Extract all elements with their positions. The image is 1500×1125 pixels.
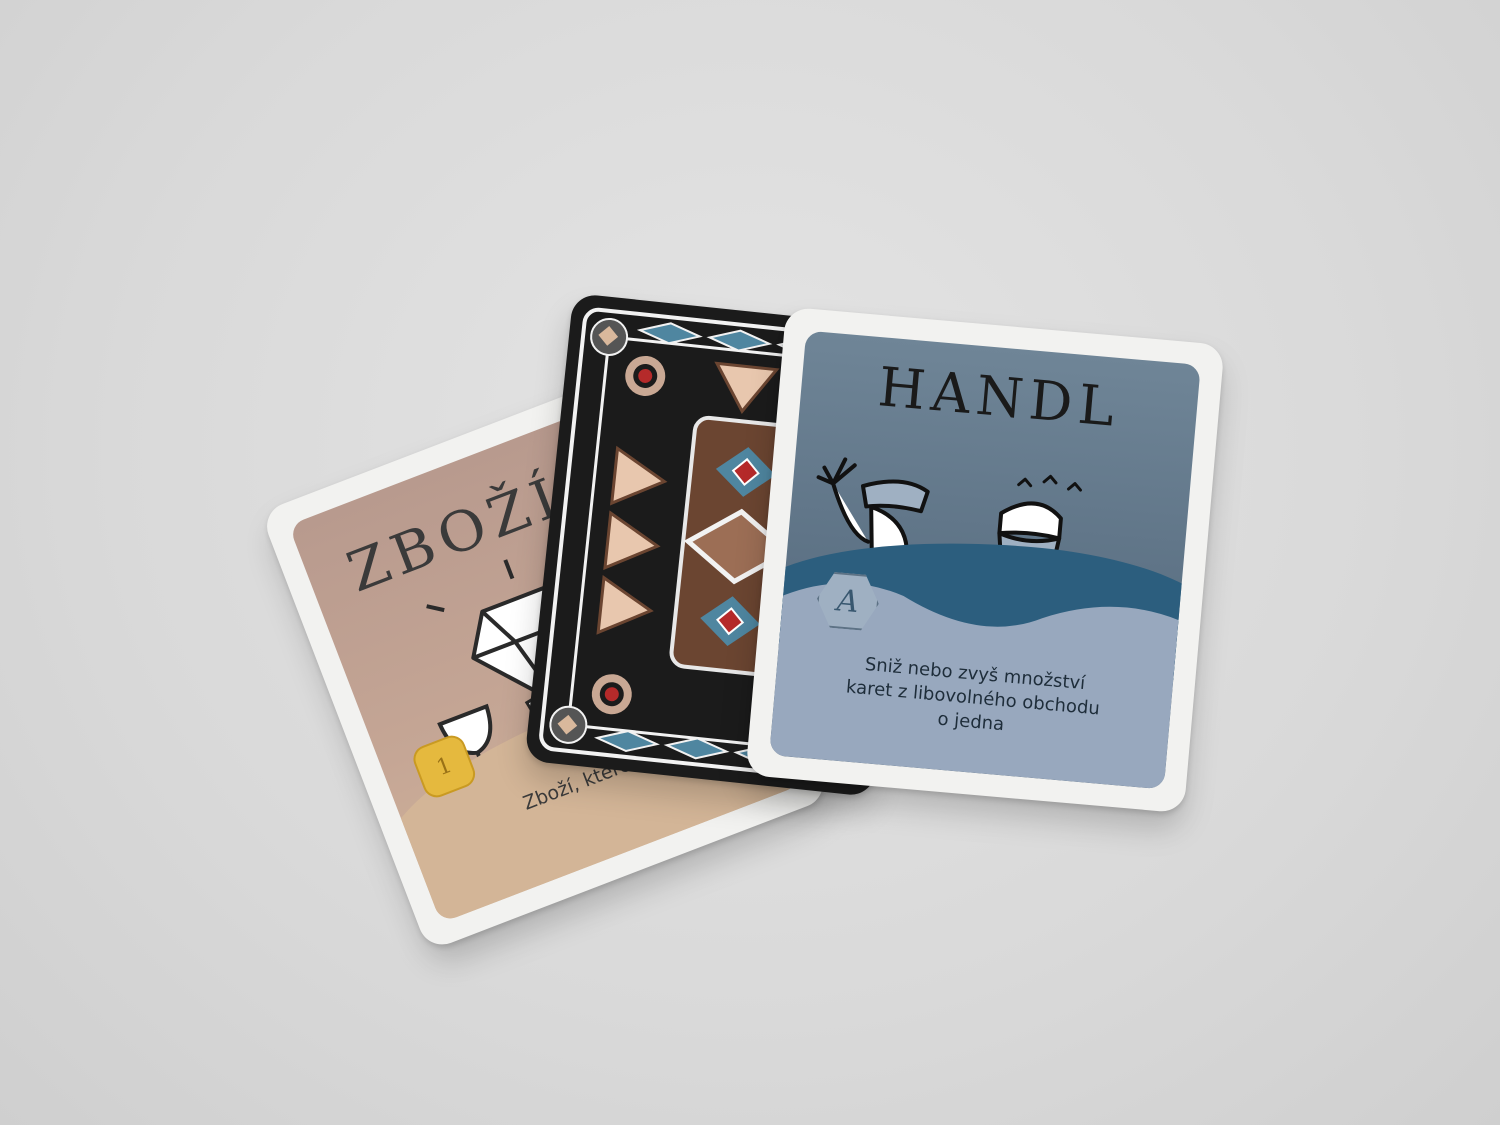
trade-card[interactable]: HANDL A Sniž nebo zvyš množství karet z … [745, 306, 1225, 814]
trade-card-face: HANDL A Sniž nebo zvyš množství karet z … [769, 330, 1201, 790]
back-top-triangle [714, 361, 780, 414]
